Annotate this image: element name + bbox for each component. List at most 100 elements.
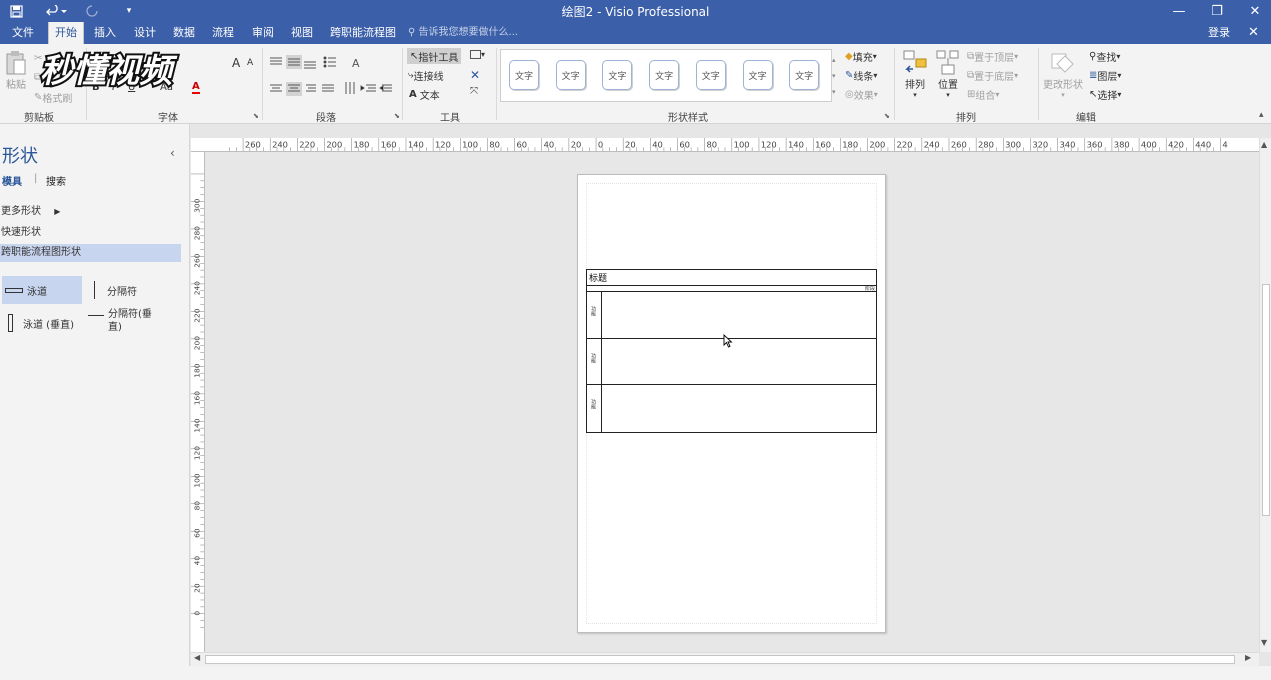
scroll-up-icon[interactable]: ▲ bbox=[1261, 140, 1267, 149]
close-x-tool-icon[interactable]: ✕ bbox=[470, 68, 480, 82]
tab-3[interactable]: 设计 bbox=[128, 22, 162, 44]
connection-point-icon[interactable]: ⤧ bbox=[470, 86, 478, 97]
layers-icon: ≣ bbox=[1089, 70, 1098, 81]
shape-style-swatch[interactable]: 文字 bbox=[555, 60, 586, 90]
swimlane-label[interactable]: 功能 bbox=[590, 353, 597, 363]
ruler-label: 180 bbox=[354, 139, 370, 149]
vertical-ruler[interactable]: 3002802602402202001801601401201008060402… bbox=[191, 152, 205, 652]
tab-6[interactable]: 审阅 bbox=[246, 22, 280, 44]
more-shapes-item[interactable]: 更多形状 ▶ bbox=[0, 203, 60, 221]
lightbulb-icon: ⚲ bbox=[408, 27, 419, 38]
ruler-label: 220 bbox=[897, 139, 913, 149]
drawing-canvas[interactable]: 标题 阶段 功能 功能 功能 bbox=[205, 152, 1259, 652]
fill-button[interactable]: ◆ 填充 ▾ bbox=[845, 49, 877, 64]
arrange-button[interactable]: 排列 ▾ bbox=[903, 50, 927, 99]
ruler-label: 260 bbox=[245, 139, 261, 149]
cross-functional-flowchart[interactable]: 标题 阶段 功能 功能 功能 bbox=[586, 269, 877, 433]
text-tool-label: 文本 bbox=[419, 91, 440, 102]
collapse-ribbon-icon[interactable]: ▴ bbox=[1259, 110, 1264, 120]
tab-0[interactable]: 文件 bbox=[6, 22, 40, 44]
paragraph-dialog-launcher-icon[interactable]: ⬊ bbox=[394, 112, 400, 120]
line-label: 线条 bbox=[853, 72, 874, 83]
horizontal-ruler[interactable]: 260 240 220 200 180 160 140 120 100 80 60 40 20 0 20 40… bbox=[191, 138, 1259, 152]
scroll-left-icon[interactable]: ◀ bbox=[194, 653, 200, 662]
swimlane-header[interactable]: 功能 bbox=[587, 339, 602, 385]
shape-style-swatch[interactable]: 文字 bbox=[602, 60, 633, 90]
effect-icon: ◎ bbox=[845, 89, 854, 100]
bring-to-front-button[interactable]: ⧉ 置于顶层 ▾ bbox=[967, 49, 1018, 64]
pointer-tool-button[interactable]: ↖ 指针工具 bbox=[407, 48, 462, 64]
scroll-down-icon[interactable]: ▼ bbox=[1261, 638, 1267, 647]
swimlane-header[interactable]: 功能 bbox=[587, 292, 602, 339]
swimlane-vertical-icon bbox=[8, 314, 13, 332]
shape-style-swatch[interactable]: 文字 bbox=[742, 60, 773, 90]
tell-me-box[interactable]: ⚲ 告诉我您想要做什么... bbox=[408, 22, 518, 44]
layers-button[interactable]: ≣ 图层 ▾ bbox=[1089, 68, 1121, 83]
line-button[interactable]: ✎ 线条 ▾ bbox=[845, 68, 877, 83]
swimlane-header[interactable]: 功能 bbox=[587, 385, 602, 432]
restore-button[interactable]: ❐ bbox=[1198, 0, 1236, 22]
master-swimlane-vertical-label: 泳道 (垂直) bbox=[23, 319, 74, 331]
group-label-shape-styles: 形状样式 bbox=[668, 113, 708, 124]
horizontal-scrollbar[interactable]: ◀ ▶ bbox=[191, 652, 1259, 666]
swimlane[interactable]: 功能 bbox=[587, 291, 876, 339]
change-shape-button[interactable]: 更改形状 ▾ bbox=[1043, 50, 1083, 99]
tab-stencils[interactable]: 模具 bbox=[2, 173, 22, 188]
tab-4[interactable]: 数据 bbox=[167, 22, 201, 44]
ruler-label: 0 bbox=[192, 611, 201, 616]
select-button[interactable]: ↖ 选择 ▾ bbox=[1089, 87, 1121, 102]
quick-shapes-item[interactable]: 快速形状 bbox=[0, 224, 41, 242]
flowchart-title[interactable]: 标题 bbox=[589, 271, 607, 284]
group-button[interactable]: ⊞ 组合 ▾ bbox=[967, 87, 999, 102]
position-button[interactable]: 位置 ▾ bbox=[936, 50, 960, 99]
font-dialog-launcher-icon[interactable]: ⬊ bbox=[253, 112, 259, 120]
ruler-label: 40 bbox=[652, 139, 663, 149]
tab-8[interactable]: 跨职能流程图 bbox=[324, 22, 402, 44]
tab-5[interactable]: 流程 bbox=[206, 22, 240, 44]
master-separator[interactable]: 分隔符 bbox=[92, 276, 137, 304]
close-button[interactable]: ✕ bbox=[1236, 0, 1271, 22]
arrange-icon bbox=[903, 50, 927, 73]
ruler-label: 240 bbox=[924, 139, 940, 149]
minimize-button[interactable]: — bbox=[1160, 0, 1198, 22]
tab-search[interactable]: 搜索 bbox=[46, 173, 66, 188]
format-painter-button[interactable]: ✎ 格式刷 bbox=[34, 90, 72, 105]
effect-button[interactable]: ◎ 效果 ▾ bbox=[845, 87, 878, 102]
ruler-label: 440 bbox=[1195, 139, 1211, 149]
vertical-scroll-thumb[interactable] bbox=[1262, 284, 1270, 516]
shape-styles-dialog-launcher-icon[interactable]: ⬊ bbox=[884, 112, 890, 120]
tab-2[interactable]: 插入 bbox=[88, 22, 122, 44]
group-label-clipboard: 剪贴板 bbox=[24, 113, 54, 124]
shape-style-swatch[interactable]: 文字 bbox=[649, 60, 680, 90]
stencil-cross-functional[interactable]: 跨职能流程图形状 bbox=[0, 244, 181, 262]
close-document-icon[interactable]: ✕ bbox=[1248, 22, 1259, 44]
swimlane-label[interactable]: 功能 bbox=[590, 399, 597, 409]
find-button[interactable]: ⚲ 查找 ▾ bbox=[1089, 49, 1120, 64]
swimlane-label[interactable]: 功能 bbox=[590, 306, 597, 316]
paste-button[interactable]: 粘贴 bbox=[4, 50, 28, 91]
collapse-pane-icon[interactable]: ‹ bbox=[170, 146, 175, 160]
swimlane[interactable]: 功能 bbox=[587, 384, 876, 432]
vertical-scrollbar[interactable]: ▲ ▼ bbox=[1259, 138, 1271, 652]
ribbon-tabs: 文件 开始 插入 设计 数据 流程 审阅 视图 跨职能流程图 ⚲ 告诉我您想要做什么... 登录… bbox=[0, 22, 1271, 44]
send-to-back-button[interactable]: ⧉ 置于底层 ▾ bbox=[967, 68, 1018, 83]
rectangle-tool-button[interactable]: ▾ bbox=[470, 50, 485, 59]
tab-7[interactable]: 视图 bbox=[285, 22, 319, 44]
shape-style-swatch[interactable]: 文字 bbox=[789, 60, 820, 90]
paragraph-tools[interactable]: A bbox=[268, 54, 393, 104]
text-tool-button[interactable]: A 文本 bbox=[409, 87, 440, 102]
master-separator-vertical[interactable]: 分隔符(垂直) bbox=[88, 308, 156, 338]
horizontal-scroll-thumb[interactable] bbox=[205, 655, 1235, 664]
login-link[interactable]: 登录 bbox=[1208, 22, 1230, 44]
master-swimlane-vertical[interactable]: 泳道 (垂直) bbox=[8, 312, 74, 334]
decrease-font-icon[interactable]: A bbox=[247, 58, 253, 68]
tab-1[interactable]: 开始 bbox=[48, 22, 84, 44]
master-swimlane-label: 泳道 bbox=[27, 286, 47, 298]
connector-button[interactable]: ⤷ 连接线 bbox=[408, 68, 444, 83]
scroll-right-icon[interactable]: ▶ bbox=[1245, 653, 1251, 662]
shape-style-swatch[interactable]: 文字 bbox=[509, 60, 539, 90]
drawing-page[interactable]: 标题 阶段 功能 功能 功能 bbox=[577, 174, 886, 633]
master-swimlane[interactable]: 泳道 bbox=[2, 276, 82, 304]
gallery-scroll[interactable]: ▴ ▾ ▾ bbox=[832, 52, 836, 100]
shape-style-swatch[interactable]: 文字 bbox=[695, 60, 726, 90]
